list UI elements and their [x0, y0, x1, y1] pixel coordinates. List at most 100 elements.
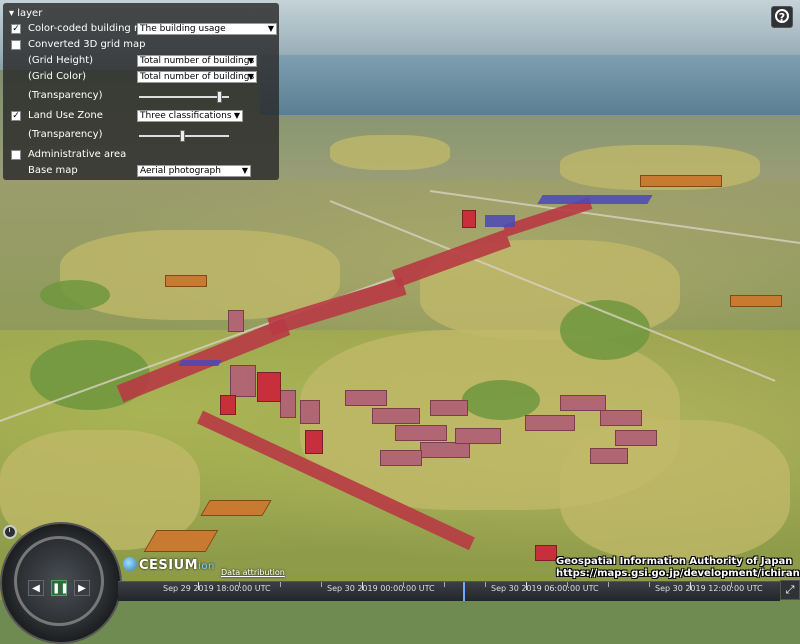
layer-row-grid-color: (Grid Color) Total number of buildings ▼: [3, 70, 279, 86]
building-commercial: [535, 545, 557, 561]
building: [420, 442, 470, 458]
building: [300, 400, 320, 424]
land-use-label: Land Use Zone: [28, 110, 103, 121]
grid-transparency-slider[interactable]: [139, 91, 229, 103]
pause-button[interactable]: ❚❚: [51, 580, 69, 596]
clock-icon[interactable]: [3, 525, 17, 539]
layer-row-land-transparency: (Transparency): [3, 128, 279, 144]
timeline-label: Sep 29 2019 18:00:00 UTC: [163, 584, 271, 593]
layer-row-land-use: ✓ Land Use Zone Three classifications ▼: [3, 109, 279, 125]
building: [430, 400, 468, 416]
play-forward-button[interactable]: ▶: [74, 580, 90, 596]
layer-row-admin-area: Administrative area: [3, 148, 279, 164]
layer-panel-title[interactable]: ▾ layer: [9, 8, 42, 19]
grid-color-select[interactable]: Total number of buildings ▼: [137, 71, 257, 83]
sea: [260, 55, 800, 115]
building: [395, 425, 447, 441]
building: [615, 430, 657, 446]
building-industrial: [730, 295, 782, 307]
building-commercial: [305, 430, 323, 454]
building-industrial: [165, 275, 207, 287]
timeline-tick: [649, 582, 650, 587]
grid-map-checkbox[interactable]: [11, 40, 21, 50]
credit-url[interactable]: https://maps.gsi.go.jp/development/ichir…: [556, 568, 800, 580]
base-map-select[interactable]: Aerial photograph ▼: [137, 165, 251, 177]
base-map-label: Base map: [28, 165, 78, 176]
building: [345, 390, 387, 406]
slider-thumb[interactable]: [180, 130, 185, 142]
layer-row-building-map: ✓ Color-coded building map The building …: [3, 22, 279, 38]
cesium-logo[interactable]: CESIUMion: [123, 557, 215, 573]
dropdown-arrow-icon: ▼: [267, 24, 274, 33]
building: [525, 415, 575, 431]
fullscreen-button[interactable]: ⤢: [780, 580, 800, 600]
play-reverse-button[interactable]: ◀: [28, 580, 44, 596]
building: [590, 448, 628, 464]
grid-height-label: (Grid Height): [28, 55, 94, 66]
help-button[interactable]: ?: [771, 6, 793, 28]
admin-area-checkbox[interactable]: [11, 150, 21, 160]
building: [372, 408, 420, 424]
help-icon: ?: [775, 9, 789, 24]
timeline-tick: [280, 582, 281, 587]
cesium-icon: [123, 557, 137, 571]
timeline-tick: [608, 582, 609, 587]
green-patch: [30, 340, 150, 410]
map-credit: Geospatial Information Authority of Japa…: [556, 556, 800, 580]
credit-organization: Geospatial Information Authority of Japa…: [556, 556, 793, 567]
building: [600, 410, 642, 426]
green-patch: [560, 300, 650, 360]
admin-area-label: Administrative area: [28, 149, 127, 160]
grid-color-label: (Grid Color): [28, 71, 87, 82]
dropdown-arrow-icon: ▼: [241, 166, 248, 175]
grid-transparency-label: (Transparency): [28, 90, 103, 101]
layer-row-grid-map: Converted 3D grid map: [3, 38, 279, 54]
building-industrial: [200, 500, 272, 516]
built-area: [560, 420, 790, 560]
timeline[interactable]: Sep 29 2019 18:00:00 UTC Sep 30 2019 00:…: [118, 581, 780, 601]
building-map-checkbox[interactable]: ✓: [11, 24, 21, 34]
building-commercial: [257, 372, 281, 402]
layer-row-grid-height: (Grid Height) Total number of buildings …: [3, 54, 279, 70]
building-commercial: [220, 395, 236, 415]
building-industrial: [143, 530, 219, 552]
dropdown-arrow-icon: ▼: [233, 111, 240, 120]
layer-row-grid-transparency: (Transparency): [3, 89, 279, 105]
timeline-tick: [485, 582, 486, 587]
built-area: [330, 135, 450, 170]
land-use-checkbox[interactable]: ✓: [11, 111, 21, 121]
building: [280, 390, 296, 418]
land-use-select[interactable]: Three classifications ▼: [137, 110, 243, 122]
land-transparency-label: (Transparency): [28, 129, 103, 140]
timeline-tick: [444, 582, 445, 587]
timeline-needle[interactable]: [463, 582, 465, 601]
building: [228, 310, 244, 332]
green-patch: [40, 280, 110, 310]
industrial-zone: [485, 215, 515, 227]
collapse-triangle-icon[interactable]: ▾: [9, 8, 14, 19]
timeline-label: Sep 30 2019 12:00:00 UTC: [655, 584, 763, 593]
dropdown-arrow-icon: ▼: [247, 56, 254, 65]
timeline-tick: [321, 582, 322, 587]
land-transparency-slider[interactable]: [139, 130, 229, 142]
building-commercial: [462, 210, 476, 228]
slider-thumb[interactable]: [217, 91, 222, 103]
building: [230, 365, 256, 397]
building-industrial: [640, 175, 722, 187]
timeline-label: Sep 30 2019 00:00:00 UTC: [327, 584, 435, 593]
layer-panel: ▾ layer ✓ Color-coded building map The b…: [3, 3, 279, 180]
fullscreen-icon: ⤢: [785, 583, 795, 596]
layer-row-base-map: Base map Aerial photograph ▼: [3, 164, 279, 180]
building: [560, 395, 606, 411]
building: [455, 428, 501, 444]
building-usage-select[interactable]: The building usage ▼: [137, 23, 277, 35]
green-patch: [462, 380, 540, 420]
industrial-zone: [178, 360, 222, 366]
timeline-label: Sep 30 2019 06:00:00 UTC: [491, 584, 599, 593]
industrial-zone: [537, 195, 653, 204]
data-attribution-link[interactable]: Data attribution: [221, 568, 285, 577]
building: [380, 450, 422, 466]
dropdown-arrow-icon: ▼: [247, 72, 254, 81]
grid-height-select[interactable]: Total number of buildings ▼: [137, 55, 257, 67]
grid-map-label: Converted 3D grid map: [28, 39, 146, 50]
